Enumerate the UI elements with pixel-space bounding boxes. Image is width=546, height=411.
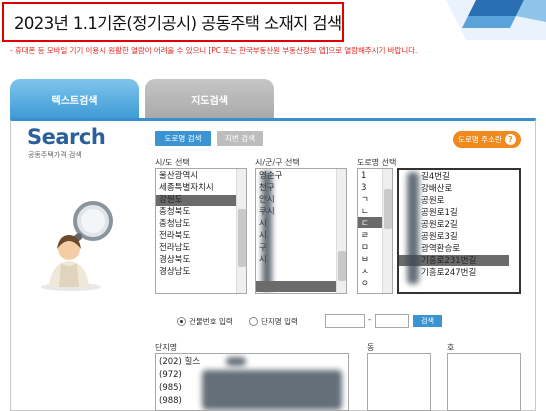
mobile-notice: - 휴대폰 등 모바일 기기 이용시 원활한 열람이 어려울 수 있으니 [PC… — [10, 46, 418, 55]
sido-listbox[interactable]: 울산광역시 세종특별자치시 강원도 충청북도 충청남도 전라북도 전라남도 경상… — [155, 168, 247, 294]
radio-on-icon[interactable] — [177, 317, 186, 326]
redacted-region — [407, 172, 419, 284]
complex-listbox[interactable]: (202) 힐스 (972) (985) (988) — [155, 353, 349, 411]
road-initial-scrollbar[interactable] — [382, 169, 392, 293]
ho-listbox[interactable] — [447, 353, 521, 411]
page-title: 2023년 1.1기준(정기공시) 공동주택 소재지 검색 — [14, 14, 342, 33]
road-label: 도로명 선택 — [357, 158, 397, 167]
page-title-box: 2023년 1.1기준(정기공시) 공동주택 소재지 검색 — [2, 2, 344, 42]
dong-label: 동 — [367, 343, 375, 352]
list-item[interactable]: 강원도 — [159, 194, 243, 206]
list-item[interactable]: 공원로1길 — [421, 207, 516, 219]
list-item[interactable]: 경상남도 — [159, 266, 243, 278]
complex-label: 단지명 — [155, 343, 178, 352]
lot-number-search-button[interactable]: 지번 검색 — [217, 131, 263, 146]
radio-building-number[interactable]: 건물번호 입력 — [177, 316, 233, 327]
road-name-listbox[interactable]: 길4번길 강배산로 공원로 공원로1길 공원로2길 공원로3길 광역환승로 기흥… — [397, 168, 521, 294]
list-item[interactable]: 충청북도 — [159, 206, 243, 218]
redacted-region — [226, 357, 246, 366]
search-button[interactable]: 검색 — [413, 315, 442, 327]
list-item[interactable]: 전라남도 — [159, 242, 243, 254]
search-heading: Search — [27, 125, 106, 149]
sido-scrollbar[interactable] — [236, 169, 246, 293]
header-decoration-graphic — [446, 0, 546, 40]
list-item[interactable]: 공원로 — [421, 195, 516, 207]
sigungu-listbox[interactable]: 영순구 천구 안시 쿠시 시 시 구 시 — [255, 168, 347, 294]
list-item[interactable]: 광역환승로 — [421, 243, 516, 255]
search-subheading: 공동주택가격 검색 — [28, 151, 82, 159]
road-initial-listbox[interactable]: 1 3 ㄱ ㄴ ㄷ ㄹ ㅁ ㅂ ㅅ ㅇ — [357, 168, 393, 294]
list-item[interactable]: 강배산로 — [421, 183, 516, 195]
dash-separator: - — [368, 315, 372, 325]
redacted-region — [202, 370, 342, 410]
road-initial-scroll-thumb[interactable] — [384, 189, 392, 229]
list-item[interactable]: (202) 힐스 — [156, 356, 348, 369]
search-panel: Search 공동주택가격 검색 도로명 검색 지번 검색 도로명 주소란 ? … — [10, 118, 536, 411]
road-address-lookup-label: 도로명 주소란 — [458, 135, 502, 144]
sigungu-label: 시/군/구 선택 — [255, 158, 300, 167]
sigungu-scrollbar[interactable] — [336, 169, 346, 293]
list-item[interactable]: 세종특별자치시 — [159, 182, 243, 194]
radio-off-icon[interactable] — [249, 317, 258, 326]
list-item[interactable]: 경상북도 — [159, 254, 243, 266]
list-item[interactable]: 울산광역시 — [159, 170, 243, 182]
building-number-sub-input[interactable] — [375, 314, 409, 328]
ho-label: 호 — [447, 343, 455, 352]
list-item[interactable]: 충청남도 — [159, 218, 243, 230]
dong-listbox[interactable] — [367, 353, 431, 411]
tab-map-search[interactable]: 지도검색 — [145, 79, 274, 119]
list-item[interactable]: 공원로2길 — [421, 219, 516, 231]
list-item[interactable]: 기흥로231번길 — [421, 255, 516, 267]
list-item[interactable]: 길4번길 — [421, 171, 516, 183]
redacted-region — [262, 171, 272, 291]
sigungu-scroll-thumb[interactable] — [338, 251, 346, 281]
page: 2023년 1.1기준(정기공시) 공동주택 소재지 검색 - 휴대폰 등 모바… — [0, 0, 546, 411]
sido-scroll-thumb[interactable] — [238, 209, 246, 267]
magnifier-person-illustration — [41, 201, 113, 291]
radio-building-label: 건물번호 입력 — [189, 317, 233, 326]
tab-text-search[interactable]: 텍스트검색 — [10, 79, 139, 119]
list-item[interactable]: 전라북도 — [159, 230, 243, 242]
help-icon: ? — [504, 134, 516, 145]
sigungu-selected-highlight — [256, 281, 336, 292]
road-name-search-button[interactable]: 도로명 검색 — [155, 131, 211, 146]
radio-complex-label: 단지명 입력 — [261, 317, 298, 326]
radio-complex-name[interactable]: 단지명 입력 — [249, 316, 298, 327]
sido-label: 시/도 선택 — [155, 158, 190, 167]
building-number-main-input[interactable] — [325, 314, 365, 328]
road-address-lookup-button[interactable]: 도로명 주소란 ? — [453, 131, 521, 148]
list-item[interactable]: 공원로3길 — [421, 231, 516, 243]
list-item[interactable]: 기흥로247번길 — [421, 267, 516, 279]
